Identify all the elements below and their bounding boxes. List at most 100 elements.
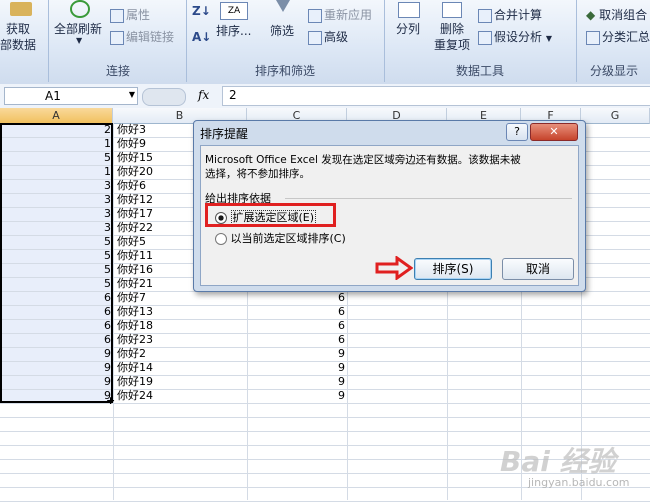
filter-button[interactable]: 筛选 bbox=[264, 0, 300, 56]
cell-b[interactable]: 你好3 bbox=[117, 123, 146, 137]
sort-button-dialog[interactable]: 排序(S) bbox=[414, 258, 492, 280]
close-icon: ✕ bbox=[549, 125, 559, 138]
get-external-data-button[interactable]: 获取 部数据 bbox=[0, 0, 46, 60]
cell-b[interactable]: 你好6 bbox=[117, 179, 146, 193]
cell-c[interactable]: 9 bbox=[248, 347, 345, 361]
cell-c[interactable]: 9 bbox=[248, 361, 345, 375]
properties-button[interactable]: 属性 bbox=[110, 6, 150, 23]
filter-label: 筛选 bbox=[270, 24, 295, 38]
highlight-box bbox=[205, 203, 336, 227]
cell-c[interactable]: 6 bbox=[248, 333, 345, 347]
group-outline-label: 分级显示 bbox=[589, 64, 638, 78]
sort-az-button[interactable]: Z↓ bbox=[192, 4, 211, 18]
remove-duplicates-label-2: 重复项 bbox=[434, 38, 471, 52]
ungroup-label: 取消组合 bbox=[599, 8, 648, 22]
remove-duplicates-icon bbox=[442, 2, 462, 18]
radio-unselected-icon bbox=[215, 233, 227, 245]
dialog-message-line1: Microsoft Office Excel 发现在选定区域旁边还有数据。该数据… bbox=[205, 154, 521, 166]
advanced-filter-icon bbox=[308, 30, 322, 45]
cell-b[interactable]: 你好12 bbox=[117, 193, 153, 207]
reapply-button[interactable]: 重新应用 bbox=[308, 6, 372, 23]
consolidate-icon bbox=[478, 8, 492, 23]
radio-current-label: 以当前选定区域排序(C) bbox=[230, 232, 346, 245]
column-header-a[interactable]: A bbox=[0, 108, 113, 124]
sort-warning-dialog: 排序提醒 ? ✕ Microsoft Office Excel 发现在选定区域旁… bbox=[193, 120, 586, 292]
subtotal-label: 分类汇总 bbox=[602, 30, 650, 44]
cell-b[interactable]: 你好24 bbox=[117, 389, 153, 403]
edit-links-button[interactable]: 编辑链接 bbox=[110, 28, 174, 45]
columns-icon bbox=[398, 2, 420, 18]
name-box[interactable]: A1 ▼ bbox=[4, 87, 138, 105]
sort-label: 排序... bbox=[216, 24, 252, 38]
selection-border bbox=[0, 123, 113, 403]
cell-b[interactable]: 你好13 bbox=[117, 305, 153, 319]
cell-b[interactable]: 你好15 bbox=[117, 151, 153, 165]
remove-duplicates-button[interactable]: 删除 重复项 bbox=[430, 0, 474, 56]
refresh-all-label: 全部刷新 bbox=[54, 22, 103, 36]
cell-b[interactable]: 你好2 bbox=[117, 347, 146, 361]
advanced-button[interactable]: 高级 bbox=[308, 28, 348, 45]
sort-button-label: 排序(S) bbox=[432, 262, 474, 276]
get-data-label-1: 获取 bbox=[6, 22, 31, 36]
cell-c[interactable]: 6 bbox=[248, 305, 345, 319]
red-arrow-icon bbox=[375, 255, 414, 283]
link-icon bbox=[110, 30, 124, 45]
cell-b[interactable]: 你好11 bbox=[117, 249, 153, 263]
group-data-tools-label: 数据工具 bbox=[455, 64, 504, 78]
help-icon: ? bbox=[514, 125, 520, 138]
cell-c[interactable]: 9 bbox=[248, 375, 345, 389]
cell-c[interactable]: 6 bbox=[248, 319, 345, 333]
cell-b[interactable]: 你好9 bbox=[117, 137, 146, 151]
properties-label: 属性 bbox=[126, 8, 151, 22]
database-icon bbox=[10, 2, 32, 16]
sort-za-button[interactable]: A↓ bbox=[192, 30, 211, 44]
refresh-all-button[interactable]: 全部刷新 ▼ bbox=[52, 0, 106, 56]
formula-bar-splitter[interactable] bbox=[142, 88, 186, 106]
cell-b[interactable]: 你好19 bbox=[117, 375, 153, 389]
group-connections-label: 连接 bbox=[105, 64, 130, 78]
row-gridline bbox=[0, 403, 650, 404]
get-data-label-2: 部数据 bbox=[0, 38, 37, 52]
cell-b[interactable]: 你好18 bbox=[117, 319, 153, 333]
insert-function-button[interactable]: fx bbox=[198, 88, 209, 102]
cell-b[interactable]: 你好16 bbox=[117, 263, 153, 277]
properties-icon bbox=[110, 8, 124, 23]
cell-b[interactable]: 你好7 bbox=[117, 291, 146, 305]
ungroup-icon: ◆ bbox=[586, 8, 596, 22]
sort-button[interactable]: ZA 排序... bbox=[214, 0, 254, 56]
ribbon: 获取 部数据 全部刷新 ▼ 属性 编辑链接 连接 Z↓ A↓ ZA 排序... … bbox=[0, 0, 650, 85]
edit-links-label: 编辑链接 bbox=[126, 30, 175, 44]
cell-c[interactable]: 6 bbox=[248, 291, 345, 305]
dialog-message-line2: 选择，将不参加排序。 bbox=[205, 168, 310, 180]
cell-b[interactable]: 你好5 bbox=[117, 235, 146, 249]
close-button[interactable]: ✕ bbox=[530, 123, 578, 141]
cell-b[interactable]: 你好14 bbox=[117, 361, 153, 375]
row-gridline bbox=[0, 431, 650, 432]
text-to-columns-button[interactable]: 分列 bbox=[390, 0, 428, 56]
formula-value: 2 bbox=[229, 88, 237, 102]
cell-b[interactable]: 你好17 bbox=[117, 207, 153, 221]
cell-b[interactable]: 你好21 bbox=[117, 277, 153, 291]
watermark-url: jingyan.baidu.com bbox=[528, 476, 630, 489]
cell-c[interactable]: 9 bbox=[248, 389, 345, 403]
cell-b[interactable]: 你好22 bbox=[117, 221, 153, 235]
cell-b[interactable]: 你好20 bbox=[117, 165, 153, 179]
consolidate-button[interactable]: 合并计算 bbox=[478, 6, 542, 23]
group-sort-filter-label: 排序和筛选 bbox=[254, 64, 315, 78]
chevron-down-icon[interactable]: ▼ bbox=[129, 90, 135, 99]
reapply-icon bbox=[308, 8, 322, 23]
advanced-label: 高级 bbox=[324, 30, 349, 44]
cancel-button[interactable]: 取消 bbox=[502, 258, 574, 280]
consolidate-label: 合并计算 bbox=[494, 8, 543, 22]
column-header-g[interactable]: G bbox=[581, 108, 650, 124]
remove-duplicates-label-1: 删除 bbox=[440, 22, 465, 36]
cell-b[interactable]: 你好23 bbox=[117, 333, 153, 347]
subtotal-button[interactable]: 分类汇总 bbox=[586, 28, 650, 45]
chevron-down-icon: ▼ bbox=[545, 34, 552, 43]
help-button[interactable]: ? bbox=[506, 123, 528, 141]
reapply-label: 重新应用 bbox=[324, 8, 373, 22]
formula-input[interactable]: 2 bbox=[222, 86, 650, 106]
radio-current-selection[interactable]: 以当前选定区域排序(C) bbox=[215, 230, 346, 246]
what-if-button[interactable]: 假设分析 ▼ bbox=[478, 28, 552, 45]
ungroup-button[interactable]: ◆ 取消组合 bbox=[586, 6, 647, 23]
